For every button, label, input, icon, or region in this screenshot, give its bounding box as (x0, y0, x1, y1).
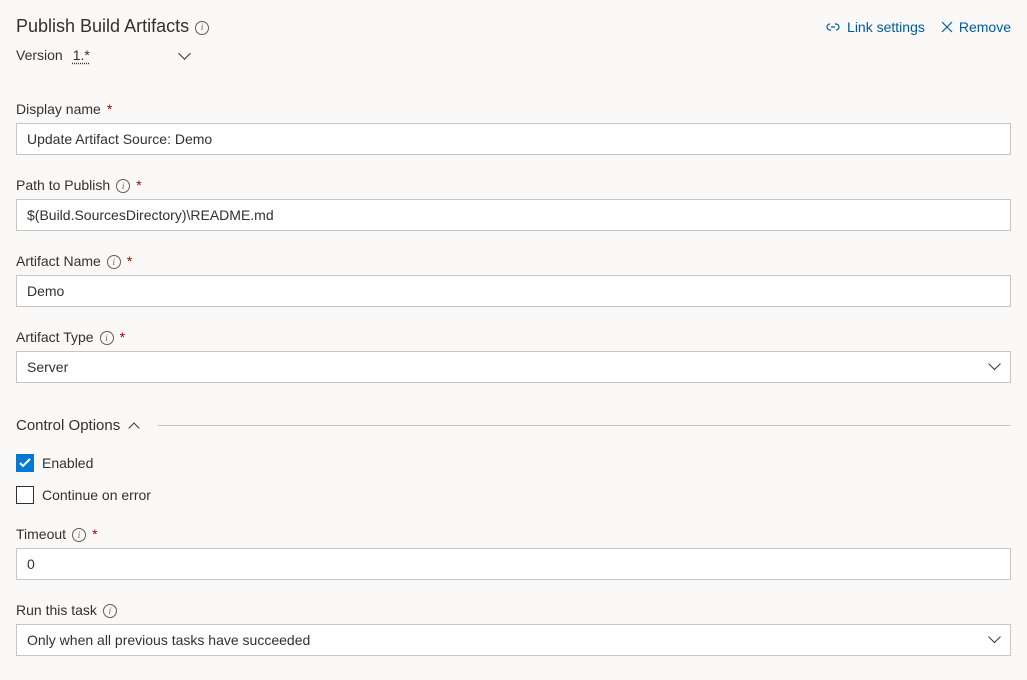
artifact-type-value: Server (27, 359, 68, 375)
enabled-label: Enabled (42, 455, 93, 471)
remove-button[interactable]: Remove (941, 19, 1011, 35)
close-icon (941, 21, 953, 33)
required-marker: * (127, 253, 132, 269)
info-icon[interactable] (195, 21, 209, 35)
enabled-checkbox[interactable] (16, 454, 34, 472)
path-to-publish-input[interactable] (16, 199, 1011, 231)
chevron-down-icon (178, 47, 191, 60)
divider (158, 425, 1011, 426)
continue-checkbox-row[interactable]: Continue on error (16, 486, 1011, 504)
version-selector[interactable]: 1.* (73, 47, 170, 63)
display-name-label: Display name (16, 101, 101, 117)
required-marker: * (136, 177, 141, 193)
info-icon[interactable] (72, 528, 86, 542)
timeout-input[interactable] (16, 548, 1011, 580)
continue-checkbox[interactable] (16, 486, 34, 504)
required-marker: * (120, 329, 125, 345)
chevron-up-icon (129, 422, 140, 433)
required-marker: * (107, 101, 112, 117)
run-this-task-label: Run this task (16, 602, 97, 618)
link-settings-button[interactable]: Link settings (825, 19, 925, 35)
control-options-toggle[interactable]: Control Options (16, 417, 1011, 434)
info-icon[interactable] (116, 179, 130, 193)
info-icon[interactable] (107, 255, 121, 269)
artifact-name-input[interactable] (16, 275, 1011, 307)
check-icon (19, 458, 31, 468)
timeout-label: Timeout (16, 526, 66, 542)
run-this-task-select[interactable]: Only when all previous tasks have succee… (16, 624, 1011, 656)
control-options-title: Control Options (16, 417, 120, 434)
page-title: Publish Build Artifacts (16, 16, 189, 37)
link-settings-label: Link settings (847, 19, 925, 35)
display-name-input[interactable] (16, 123, 1011, 155)
artifact-type-select[interactable]: Server (16, 351, 1011, 383)
artifact-name-label: Artifact Name (16, 253, 101, 269)
enabled-checkbox-row[interactable]: Enabled (16, 454, 1011, 472)
version-label: Version (16, 47, 63, 63)
required-marker: * (92, 526, 97, 542)
run-this-task-value: Only when all previous tasks have succee… (27, 632, 310, 648)
remove-label: Remove (959, 19, 1011, 35)
artifact-type-label: Artifact Type (16, 329, 94, 345)
info-icon[interactable] (103, 604, 117, 618)
path-to-publish-label: Path to Publish (16, 177, 110, 193)
info-icon[interactable] (100, 331, 114, 345)
link-icon (825, 21, 841, 33)
continue-label: Continue on error (42, 487, 151, 503)
